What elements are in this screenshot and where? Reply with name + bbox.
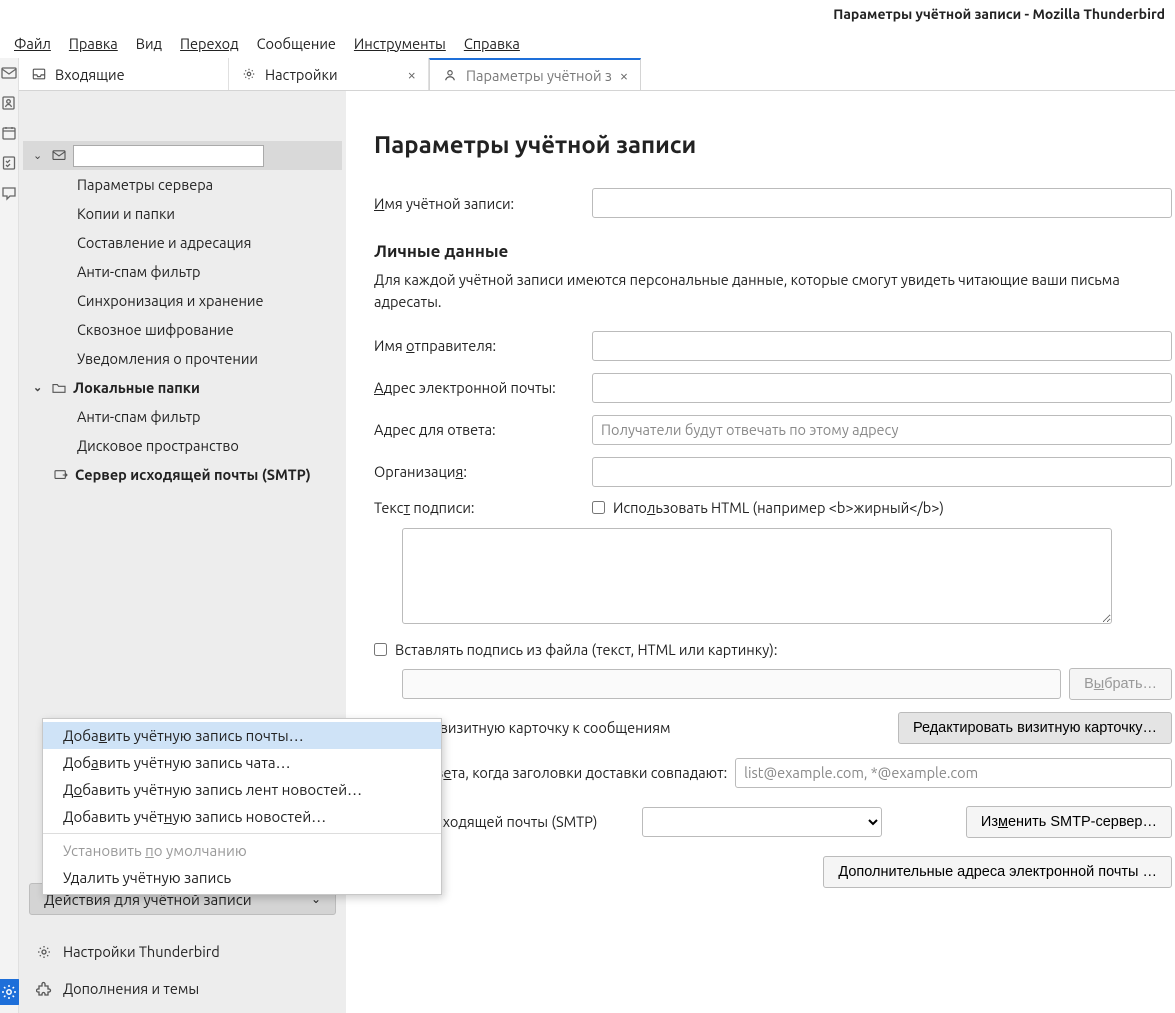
folder-icon <box>51 382 67 394</box>
menu-add-feed-account[interactable]: Добавить учётную запись лент новостей… <box>43 776 441 803</box>
signature-text-label: Текст подписи: <box>374 499 584 516</box>
email-input[interactable] <box>592 373 1172 403</box>
tree-item-server-settings[interactable]: Параметры сервера <box>23 170 342 199</box>
reply-to-input[interactable] <box>592 415 1172 445</box>
menu-file[interactable]: Файл <box>5 31 60 56</box>
tree-item-receipts[interactable]: Уведомления о прочтении <box>23 344 342 373</box>
window-titlebar: Параметры учётной записи - Mozilla Thund… <box>0 0 1175 28</box>
close-icon[interactable]: × <box>408 66 416 83</box>
puzzle-icon <box>35 981 53 997</box>
tree-item-local-junk[interactable]: Анти-спам фильтр <box>23 402 342 431</box>
tree-item-sync[interactable]: Синхронизация и хранение <box>23 286 342 315</box>
chevron-down-icon[interactable]: ⌄ <box>33 149 45 162</box>
tab-inbox[interactable]: Входящие <box>19 58 229 90</box>
attach-signature-file-checkbox[interactable] <box>374 643 387 656</box>
menu-add-mail-account[interactable]: Добавить учётную запись почты… <box>43 722 441 749</box>
thunderbird-settings-label: Настройки Thunderbird <box>63 943 220 960</box>
email-label: Адрес электронной почты: <box>374 379 584 396</box>
browse-button: Выбрать… <box>1069 668 1172 700</box>
menu-tools[interactable]: Инструменты <box>345 31 455 56</box>
account-actions-menu: Добавить учётную запись почты… Добавить … <box>42 718 442 895</box>
addons-label: Дополнения и темы <box>63 980 199 997</box>
use-html-checkbox[interactable] <box>592 501 605 514</box>
calendar-icon[interactable] <box>0 124 18 142</box>
inbox-icon <box>31 66 47 82</box>
menu-add-news-account[interactable]: Добавить учётную запись новостей… <box>43 803 441 830</box>
page-title: Параметры учётной записи <box>374 131 1172 158</box>
menubar: Файл Правка Вид Переход Сообщение Инстру… <box>0 28 1175 58</box>
reply-to-label: Адрес для ответа: <box>374 421 584 438</box>
thunderbird-settings-link[interactable]: Настройки Thunderbird <box>29 935 336 968</box>
tab-account-settings[interactable]: Параметры учётной з × <box>429 58 641 90</box>
edit-smtp-button[interactable]: Изменить SMTP-сервер… <box>966 806 1172 838</box>
close-icon[interactable]: × <box>620 67 628 84</box>
section-personal-desc: Для каждой учётной записи имеются персон… <box>374 269 1172 313</box>
account-icon <box>442 67 458 83</box>
sender-name-input[interactable] <box>592 331 1172 361</box>
tabbar: Входящие Настройки × Параметры учётной з… <box>19 58 1175 91</box>
account-name-inline-input[interactable] <box>73 145 264 167</box>
tree-item-copies-folders[interactable]: Копии и папки <box>23 199 342 228</box>
reply-match-input[interactable] <box>735 758 1172 788</box>
mail-icon[interactable] <box>0 64 18 82</box>
use-html-label: Использовать HTML (например <b>жирный</b… <box>613 499 944 516</box>
account-name-input[interactable] <box>592 188 1172 218</box>
tree-item-disk-space[interactable]: Дисковое пространство <box>23 431 342 460</box>
signature-file-input[interactable] <box>402 669 1061 699</box>
attach-signature-file-label: Вставлять подпись из файла (текст, HTML … <box>395 641 777 658</box>
menu-add-chat-account[interactable]: Добавить учётную запись чата… <box>43 749 441 776</box>
gear-icon <box>35 944 53 960</box>
organization-input[interactable] <box>592 457 1172 487</box>
menu-set-default: Установить по умолчанию <box>43 837 441 864</box>
left-rail <box>0 58 19 1013</box>
menu-message[interactable]: Сообщение <box>248 31 345 56</box>
edit-vcard-button[interactable]: Редактировать визитную карточку… <box>898 712 1172 744</box>
account-settings-form: Параметры учётной записи Имя учётной зап… <box>346 91 1175 1013</box>
tree-smtp-label: Сервер исходящей почты (SMTP) <box>75 466 311 483</box>
addons-link[interactable]: Дополнения и темы <box>29 972 336 1005</box>
tree-item-composition[interactable]: Составление и адресация <box>23 228 342 257</box>
menu-view[interactable]: Вид <box>127 31 171 56</box>
menu-help[interactable]: Справка <box>455 31 529 56</box>
tasks-icon[interactable] <box>0 154 18 172</box>
tree-local-folders[interactable]: ⌄ Локальные папки <box>23 373 342 402</box>
menu-separator <box>43 833 441 834</box>
signature-textarea[interactable] <box>402 528 1112 624</box>
additional-emails-button[interactable]: Дополнительные адреса электронной почты … <box>823 856 1172 888</box>
menu-delete-account[interactable]: Удалить учётную запись <box>43 864 441 891</box>
organization-label: Организация: <box>374 463 584 480</box>
smtp-server-select[interactable] <box>642 807 882 837</box>
menu-edit[interactable]: Правка <box>60 31 127 56</box>
outgoing-icon <box>53 469 69 481</box>
tab-account-label: Параметры учётной з <box>466 67 612 84</box>
tree-account-root[interactable]: ⌄ <box>23 141 342 170</box>
chat-icon[interactable] <box>0 184 18 202</box>
account-name-label: Имя учётной записи: <box>374 195 584 212</box>
menu-go[interactable]: Переход <box>171 31 248 56</box>
tab-settings[interactable]: Настройки × <box>229 58 429 90</box>
tree-smtp[interactable]: Сервер исходящей почты (SMTP) <box>23 460 342 489</box>
window-title: Параметры учётной записи - Mozilla Thund… <box>833 6 1165 22</box>
tree-item-junk[interactable]: Анти-спам фильтр <box>23 257 342 286</box>
section-personal-heading: Личные данные <box>374 242 1172 261</box>
addressbook-icon[interactable] <box>0 94 18 112</box>
tab-inbox-label: Входящие <box>55 66 125 83</box>
chevron-down-icon[interactable]: ⌄ <box>33 381 45 394</box>
gear-icon <box>241 66 257 82</box>
tree-item-e2e[interactable]: Сквозное шифрование <box>23 315 342 344</box>
sender-name-label: Имя отправителя: <box>374 337 584 354</box>
tree-local-label: Локальные папки <box>73 379 200 396</box>
mail-account-icon <box>51 150 67 162</box>
tab-settings-label: Настройки <box>265 66 338 83</box>
